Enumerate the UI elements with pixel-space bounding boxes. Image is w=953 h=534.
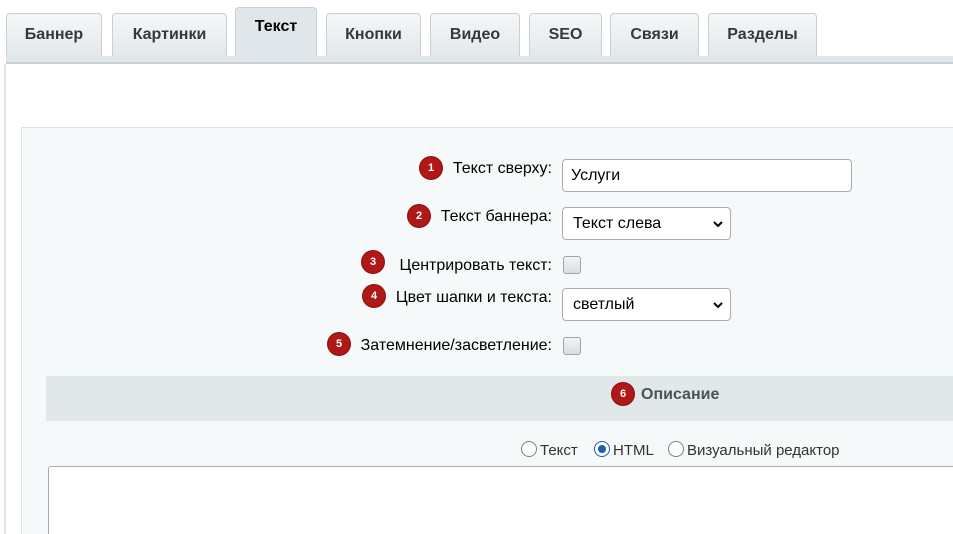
radio-text[interactable] bbox=[521, 441, 537, 457]
tab-label: SEO bbox=[548, 26, 583, 43]
badge-5: 5 bbox=[328, 333, 350, 355]
chevron-down-icon bbox=[713, 221, 723, 228]
description-title: Описание bbox=[641, 386, 720, 403]
top-text-label: Текст сверху: bbox=[452, 160, 552, 177]
dim-light-label: Затемнение/засветление: bbox=[360, 337, 552, 354]
badge-6: 6 bbox=[612, 383, 634, 405]
description-textarea[interactable] bbox=[48, 466, 953, 534]
tab-label: Разделы bbox=[727, 26, 798, 43]
center-text-checkbox[interactable] bbox=[563, 256, 581, 274]
tab-label: Видео bbox=[449, 26, 501, 43]
banner-text-select[interactable]: Текст слева bbox=[562, 207, 731, 240]
header-color-label: Цвет шапки и текста: bbox=[395, 289, 552, 306]
radio-visual-editor[interactable] bbox=[668, 441, 684, 457]
badge-3: 3 bbox=[362, 251, 384, 273]
tab-label: Текст bbox=[254, 18, 298, 35]
tab-links[interactable]: Связи bbox=[610, 13, 699, 56]
dim-light-checkbox[interactable] bbox=[563, 337, 581, 355]
header-color-select[interactable]: светлый bbox=[562, 288, 731, 321]
tab-seo[interactable]: SEO bbox=[529, 13, 602, 56]
tab-label: Кнопки bbox=[345, 26, 402, 43]
radio-html-label: HTML bbox=[613, 442, 654, 459]
tab-bar: Баннер Картинки Текст Кнопки Видео SEO С… bbox=[0, 0, 953, 64]
tab-text[interactable]: Текст bbox=[235, 7, 317, 56]
tab-label: Баннер bbox=[24, 26, 84, 43]
chevron-down-icon bbox=[713, 302, 723, 309]
badge-1: 1 bbox=[420, 157, 442, 179]
banner-text-value: Текст слева bbox=[573, 215, 662, 232]
radio-html[interactable] bbox=[594, 441, 610, 457]
center-text-label: Центрировать текст: bbox=[399, 257, 552, 274]
tab-label: Связи bbox=[630, 26, 679, 43]
header-color-value: светлый bbox=[573, 296, 635, 313]
description-section-header bbox=[46, 376, 953, 421]
tab-buttons[interactable]: Кнопки bbox=[326, 13, 421, 56]
row-dim-light: 5 Затемнение/засветление: bbox=[0, 333, 953, 367]
tab-underline bbox=[6, 56, 953, 64]
radio-text-label: Текст bbox=[540, 442, 578, 459]
tab-pictures[interactable]: Картинки bbox=[112, 13, 227, 56]
tab-sections[interactable]: Разделы bbox=[708, 13, 817, 56]
row-banner-text: 2 Текст баннера: bbox=[0, 205, 953, 239]
top-text-input[interactable]: Услуги bbox=[562, 159, 852, 192]
row-header-color: 4 Цвет шапки и текста: bbox=[0, 285, 953, 319]
row-center-text: 3 Центрировать текст: bbox=[0, 251, 953, 286]
tab-banner[interactable]: Баннер bbox=[6, 13, 102, 56]
banner-text-label: Текст баннера: bbox=[440, 208, 552, 225]
tab-video[interactable]: Видео bbox=[430, 13, 520, 56]
badge-2: 2 bbox=[408, 205, 430, 227]
tab-label: Картинки bbox=[132, 26, 207, 43]
badge-4: 4 bbox=[363, 285, 385, 307]
radio-visual-editor-label: Визуальный редактор bbox=[687, 442, 840, 459]
